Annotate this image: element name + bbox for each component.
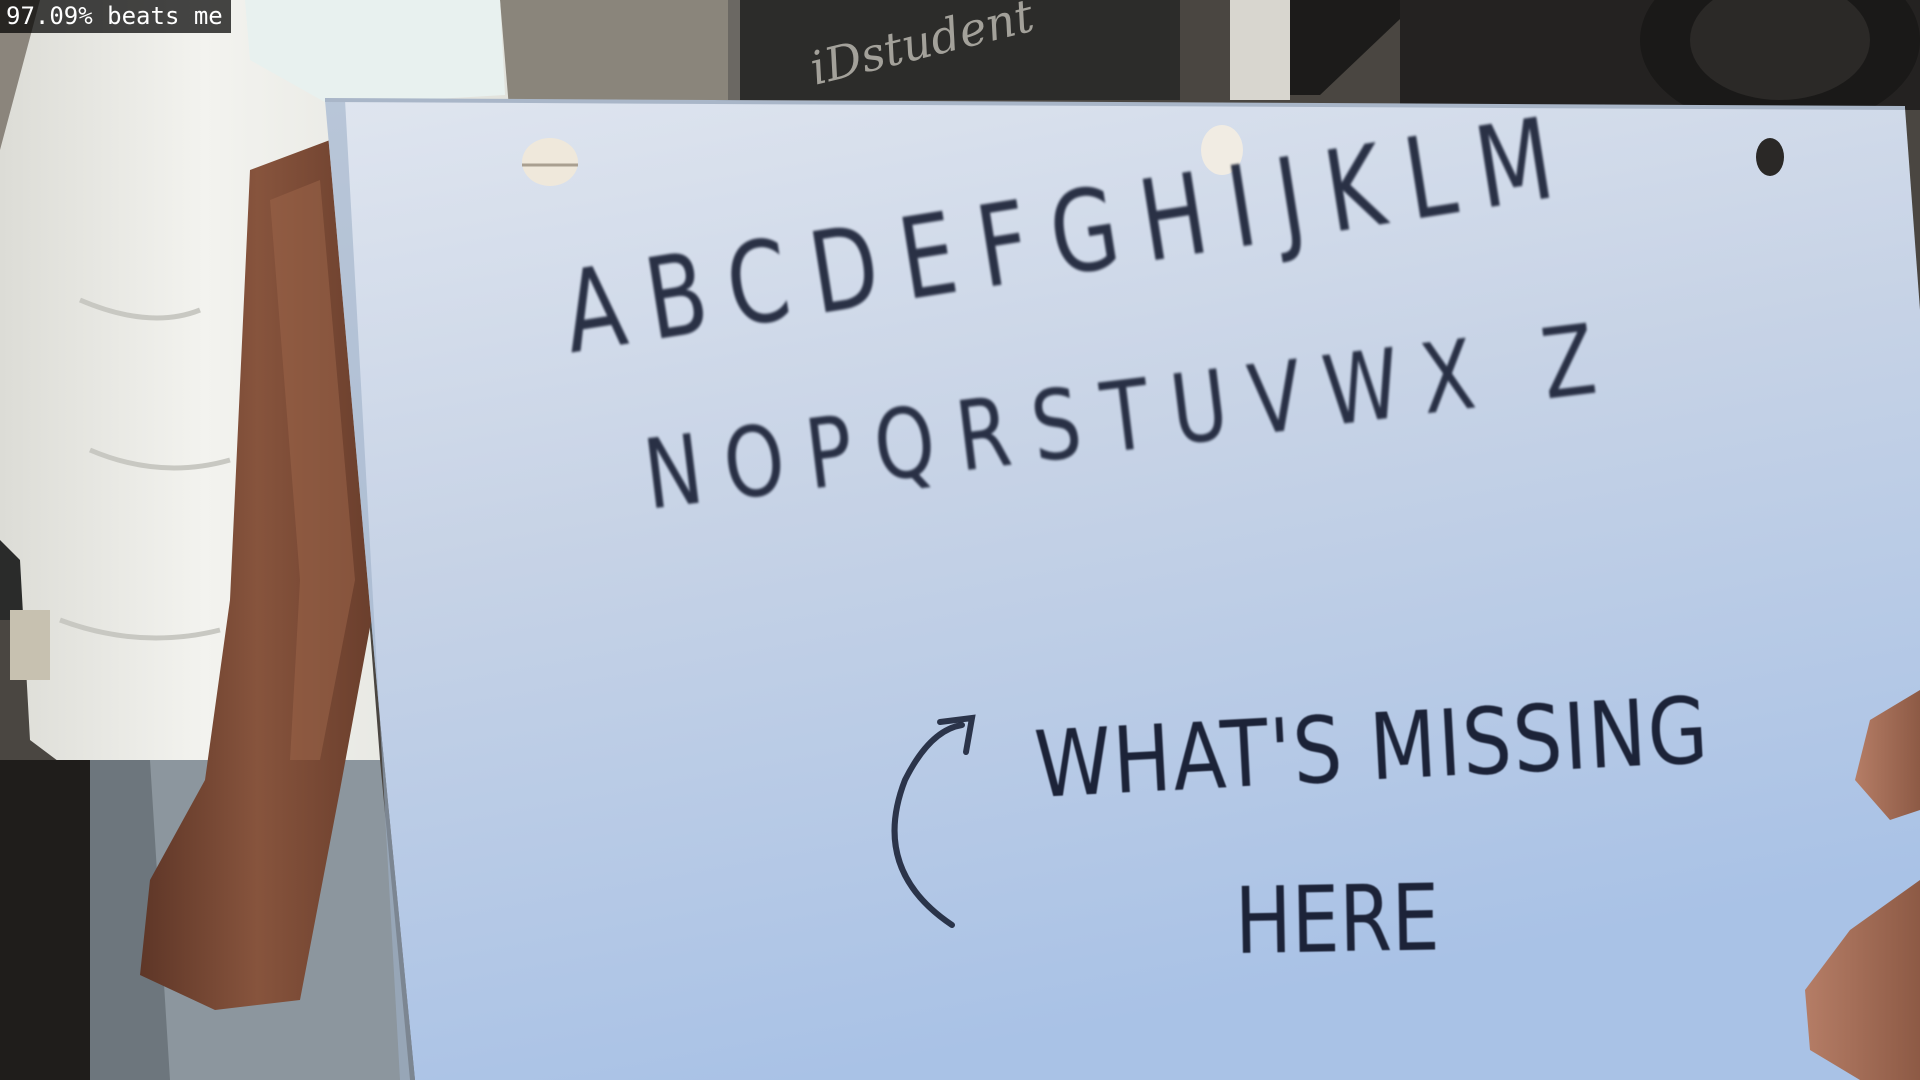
- punch-hole-left: [522, 138, 578, 186]
- photo-scene: iDstudent: [0, 0, 1920, 1080]
- confidence-label: 97.09% beats me: [0, 0, 231, 33]
- wall-panel: [500, 0, 730, 100]
- object-box: [10, 610, 50, 680]
- punch-hole-right: [1756, 138, 1784, 176]
- question-line-2: HERE: [1234, 864, 1441, 975]
- webcam-photo: iDstudent ABCDEFGHIJKLM NOPQRSTUVWX Z WH…: [0, 0, 1920, 1080]
- door-frame: [1230, 0, 1290, 100]
- floor-shadow: [0, 760, 90, 1080]
- chalkboard-frame: [728, 0, 740, 100]
